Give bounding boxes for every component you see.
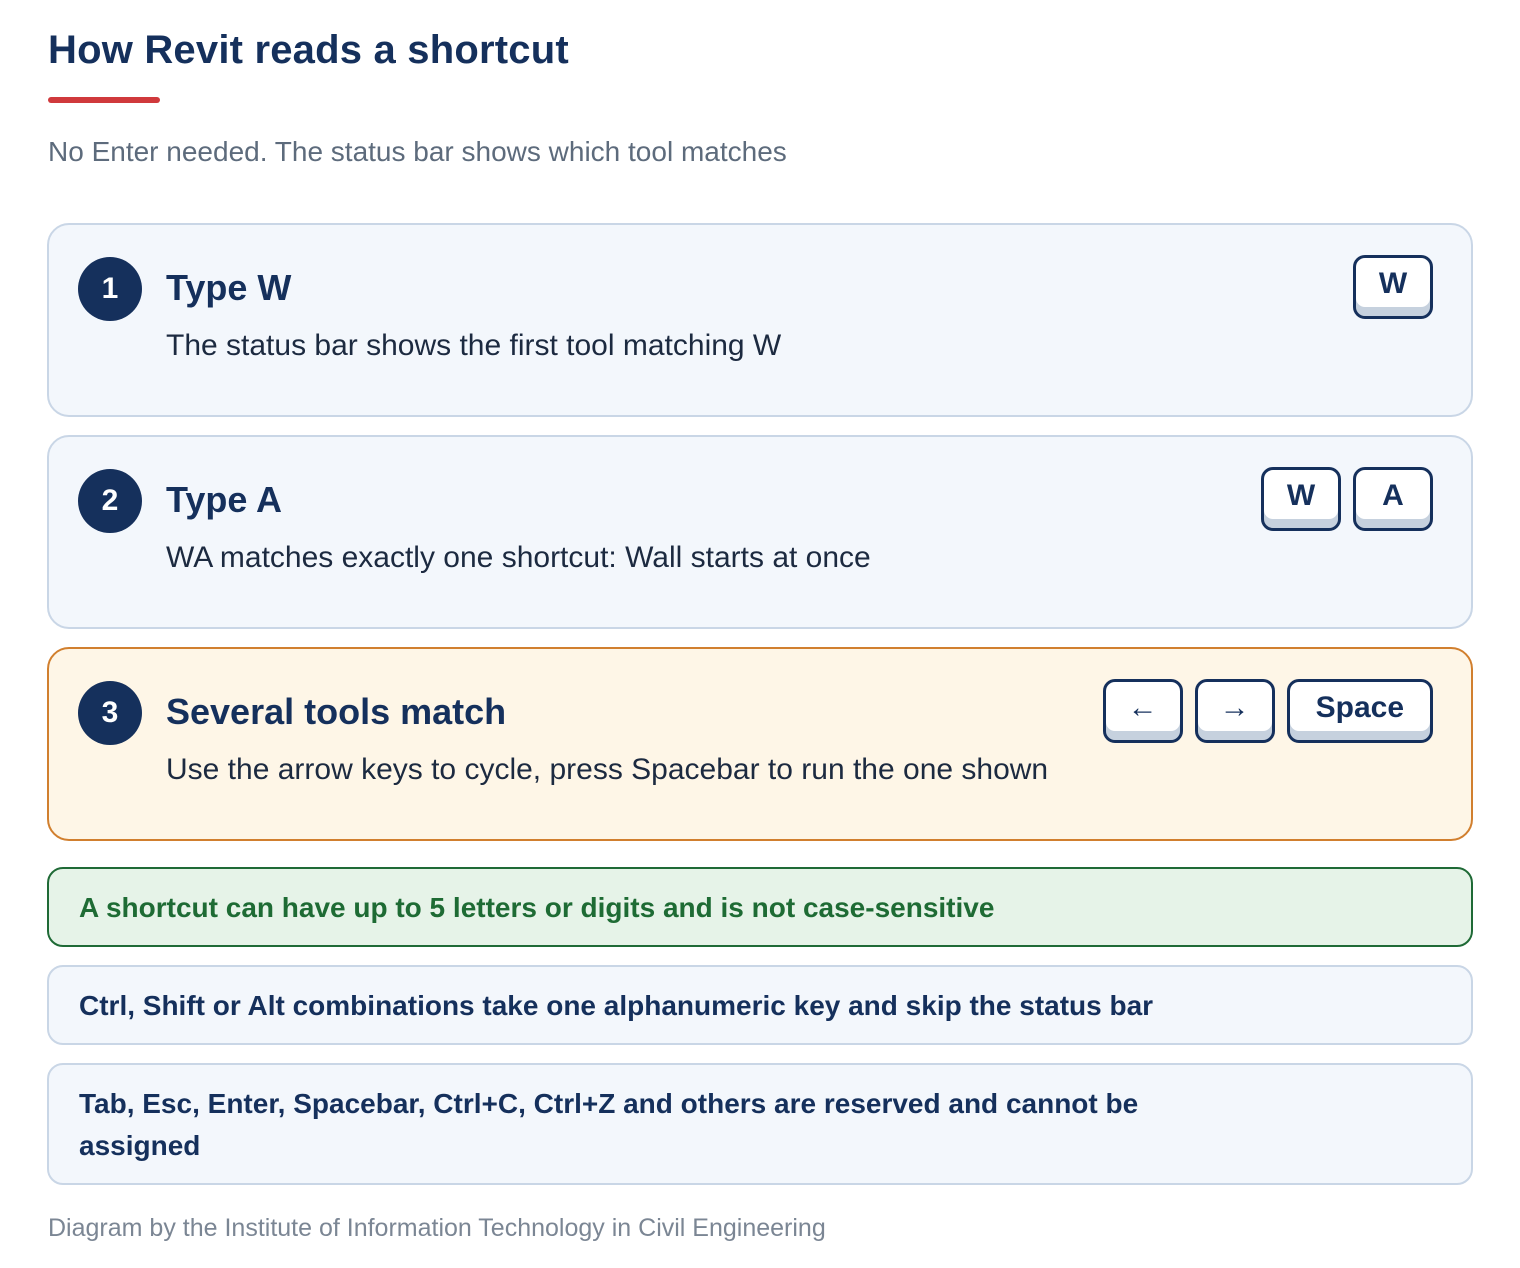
step-title: Type A	[166, 479, 283, 520]
step-number-badge: 3	[78, 681, 142, 745]
note-reserved-keys: Tab, Esc, Enter, Spacebar, Ctrl+C, Ctrl+…	[47, 1063, 1473, 1185]
key-w: W	[1261, 467, 1341, 531]
key-a: A	[1353, 467, 1433, 531]
step-number-badge: 2	[78, 469, 142, 533]
key-group: W	[1353, 255, 1433, 319]
key-arrow-right: →	[1194, 679, 1275, 743]
note-shortcut-length: A shortcut can have up to 5 letters or d…	[47, 867, 1473, 947]
page-subtitle: No Enter needed. The status bar shows wh…	[48, 136, 787, 167]
footer-credit: Diagram by the Institute of Information …	[48, 1214, 826, 1242]
step-description: The status bar shows the first tool matc…	[166, 329, 782, 362]
step-2-card: 2 Type A WA matches exactly one shortcut…	[47, 435, 1473, 629]
key-w: W	[1353, 255, 1433, 319]
key-group: ← → Space	[1102, 679, 1433, 743]
step-1-card: 1 Type W The status bar shows the first …	[47, 223, 1473, 417]
step-3-card: 3 Several tools match Use the arrow keys…	[47, 647, 1473, 841]
step-title: Type W	[166, 267, 292, 308]
key-group: W A	[1261, 467, 1433, 531]
step-description: Use the arrow keys to cycle, press Space…	[166, 753, 1049, 786]
step-number-badge: 1	[78, 257, 142, 321]
step-description: WA matches exactly one shortcut: Wall st…	[166, 541, 871, 574]
key-arrow-left: ←	[1102, 679, 1183, 743]
note-modifier-combinations: Ctrl, Shift or Alt combinations take one…	[47, 965, 1473, 1045]
title-underline	[48, 97, 160, 103]
step-title: Several tools match	[166, 691, 507, 732]
page-title: How Revit reads a shortcut	[48, 28, 569, 72]
key-space: Space	[1286, 679, 1433, 743]
